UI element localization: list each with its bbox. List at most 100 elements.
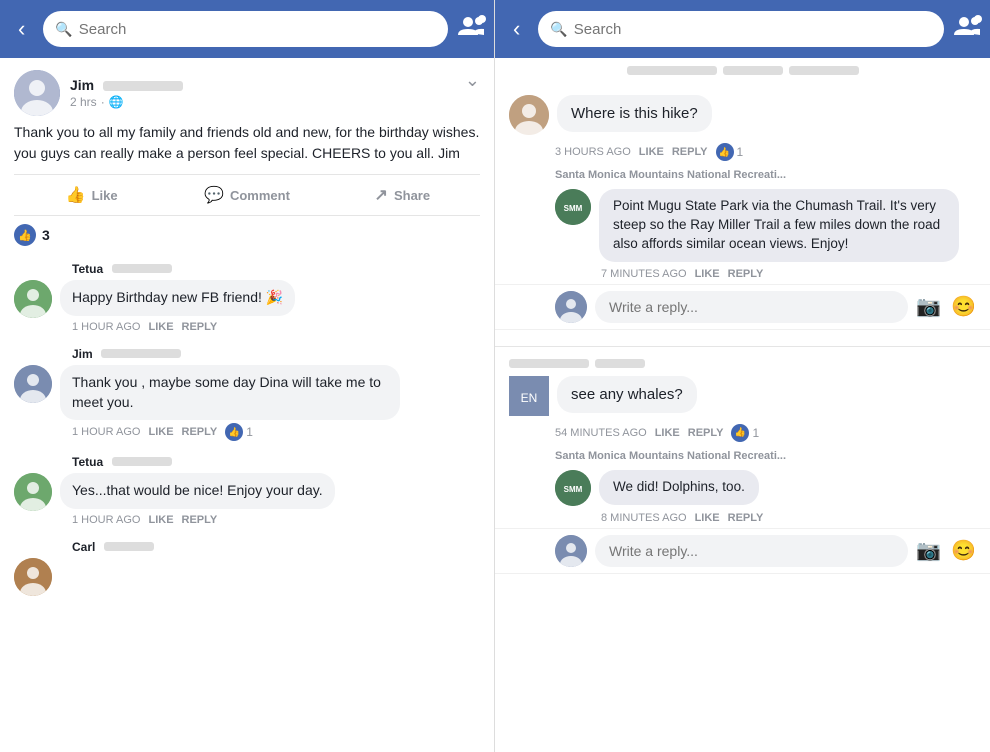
write-reply-icons-2: 📷 😊 bbox=[916, 538, 976, 563]
comment-actions: 1 HOUR AGO LIKE REPLY bbox=[14, 514, 480, 526]
thread-2-name-blur2 bbox=[595, 359, 645, 368]
thread-1-reply-actions: 7 MINUTES AGO LIKE REPLY bbox=[495, 268, 990, 280]
left-search-icon: 🔍 bbox=[55, 21, 72, 38]
reply-link[interactable]: REPLY bbox=[182, 321, 218, 333]
emoji-icon-2[interactable]: 😊 bbox=[951, 538, 976, 563]
svg-text:EN: EN bbox=[521, 391, 538, 405]
like-icon: 👍 bbox=[66, 185, 86, 205]
thread-2-reply-bubble: We did! Dolphins, too. bbox=[599, 470, 759, 505]
comment-block: Carl bbox=[0, 532, 494, 602]
comment-row: Yes...that would be nice! Enjoy your day… bbox=[14, 473, 480, 511]
post-author-blur bbox=[103, 81, 183, 91]
post-more-button[interactable]: ⌄ bbox=[465, 70, 480, 91]
right-back-button[interactable]: ‹ bbox=[505, 12, 528, 46]
comment-bubble: Thank you , maybe some day Dina will tak… bbox=[60, 365, 400, 420]
like-link[interactable]: LIKE bbox=[148, 514, 173, 526]
left-header: ‹ 🔍 bbox=[0, 0, 494, 58]
write-reply-row-1: 📷 😊 bbox=[495, 284, 990, 330]
comment-button[interactable]: 💬 Comment bbox=[169, 179, 324, 211]
comment-row: Happy Birthday new FB friend! 🎉 bbox=[14, 280, 480, 318]
like-link[interactable]: LIKE bbox=[148, 321, 173, 333]
right-search-input[interactable] bbox=[574, 21, 932, 38]
right-panel: ‹ 🔍 bbox=[495, 0, 990, 752]
write-reply-avatar-2 bbox=[555, 535, 587, 567]
right-header: ‹ 🔍 bbox=[495, 0, 990, 58]
write-reply-avatar bbox=[555, 291, 587, 323]
comment-bubble: Happy Birthday new FB friend! 🎉 bbox=[60, 280, 295, 316]
thread-2-asker-avatar: EN bbox=[509, 376, 549, 416]
thread-divider bbox=[495, 346, 990, 347]
camera-icon-2[interactable]: 📷 bbox=[916, 538, 941, 563]
left-search-bar[interactable]: 🔍 bbox=[43, 11, 448, 47]
left-friends-icon[interactable] bbox=[458, 15, 484, 43]
comment-icon: 💬 bbox=[204, 185, 224, 205]
post-author-info: Jim 2 hrs · 🌐 bbox=[70, 77, 183, 109]
comment-row bbox=[14, 558, 480, 596]
share-icon: ↗ bbox=[375, 185, 388, 205]
inline-like-badge: 👍 bbox=[225, 423, 243, 441]
right-friends-icon[interactable] bbox=[954, 15, 980, 43]
post-meta: 2 hrs · 🌐 bbox=[70, 95, 183, 109]
reply-link[interactable]: REPLY bbox=[182, 514, 218, 526]
comment-name-row: Jim bbox=[14, 345, 480, 363]
thread-2-like-badge: 👍 bbox=[731, 424, 749, 442]
post-card: Jim 2 hrs · 🌐 ⌄ Thank you to all my fami… bbox=[0, 58, 494, 216]
thread-2-reply-reply-link[interactable]: REPLY bbox=[728, 512, 764, 524]
reply-reply-link[interactable]: REPLY bbox=[728, 268, 764, 280]
thread-1-reply-bubble: Point Mugu State Park via the Chumash Tr… bbox=[599, 189, 959, 262]
write-reply-input-2[interactable] bbox=[595, 535, 908, 567]
comment-row: Thank you , maybe some day Dina will tak… bbox=[14, 365, 480, 420]
left-content: Jim 2 hrs · 🌐 ⌄ Thank you to all my fami… bbox=[0, 58, 494, 752]
page-name-blur-row bbox=[495, 58, 990, 79]
left-back-button[interactable]: ‹ bbox=[10, 12, 33, 46]
thread-2-like-link[interactable]: LIKE bbox=[655, 427, 680, 439]
comment-name-row: Tetua bbox=[14, 260, 480, 278]
thread-2-reply-link[interactable]: REPLY bbox=[688, 427, 724, 439]
svg-text:SMM: SMM bbox=[564, 485, 583, 494]
write-reply-row-2: 📷 😊 bbox=[495, 528, 990, 574]
thread-2-section: EN see any whales? 54 MINUTES AGO LIKE R… bbox=[495, 370, 990, 584]
right-content: Where is this hike? 3 HOURS AGO LIKE REP… bbox=[495, 58, 990, 752]
emoji-icon[interactable]: 😊 bbox=[951, 294, 976, 319]
thread-1-reply-row: SMM Point Mugu State Park via the Chumas… bbox=[495, 185, 990, 266]
commenter-avatar bbox=[14, 558, 52, 596]
thread-1-question-actions: 3 HOURS AGO LIKE REPLY 👍 1 bbox=[495, 143, 990, 161]
write-reply-input-1[interactable] bbox=[595, 291, 908, 323]
commenter-avatar bbox=[14, 280, 52, 318]
like-link[interactable]: LIKE bbox=[148, 426, 173, 438]
comment-actions: 1 HOUR AGO LIKE REPLY bbox=[14, 321, 480, 333]
comment-name-row: Carl bbox=[14, 538, 480, 556]
share-label: Share bbox=[394, 188, 430, 203]
post-author-avatar bbox=[14, 70, 60, 116]
thread-1-question-row: Where is this hike? bbox=[495, 89, 990, 141]
thread-2-reply-like-link[interactable]: LIKE bbox=[695, 512, 720, 524]
thread-2-name-blur1 bbox=[509, 359, 589, 368]
thread-1-reply-link[interactable]: REPLY bbox=[672, 146, 708, 158]
comment-name-blur bbox=[112, 457, 172, 466]
like-count: 3 bbox=[42, 227, 50, 243]
thread-1-question-bubble: Where is this hike? bbox=[557, 95, 712, 132]
comment-block: Tetua Happy Birthday new FB friend! 🎉 1 bbox=[0, 254, 494, 339]
page-title-blur1 bbox=[627, 66, 717, 75]
post-header: Jim 2 hrs · 🌐 ⌄ bbox=[14, 70, 480, 116]
camera-icon[interactable]: 📷 bbox=[916, 294, 941, 319]
like-button[interactable]: 👍 Like bbox=[14, 179, 169, 211]
reply-like-link[interactable]: LIKE bbox=[695, 268, 720, 280]
thread-1-like-link[interactable]: LIKE bbox=[639, 146, 664, 158]
thread-2-page-avatar: SMM bbox=[555, 470, 591, 506]
right-search-bar[interactable]: 🔍 bbox=[538, 11, 944, 47]
globe-icon: 🌐 bbox=[109, 95, 124, 109]
thread-2-question-bubble: see any whales? bbox=[557, 376, 697, 413]
write-reply-icons-1: 📷 😊 bbox=[916, 294, 976, 319]
thread-2-reply-row: SMM We did! Dolphins, too. bbox=[495, 466, 990, 510]
left-panel: ‹ 🔍 bbox=[0, 0, 495, 752]
left-search-input[interactable] bbox=[79, 21, 436, 38]
comment-name-blur bbox=[101, 349, 181, 358]
comment-block: Jim Thank you , maybe some day Dina will… bbox=[0, 339, 494, 447]
comment-bubble: Yes...that would be nice! Enjoy your day… bbox=[60, 473, 335, 509]
post-author-name: Jim bbox=[70, 77, 183, 95]
share-button[interactable]: ↗ Share bbox=[325, 179, 480, 211]
thread-2-question-actions: 54 MINUTES AGO LIKE REPLY 👍 1 bbox=[495, 424, 990, 442]
comment-label: Comment bbox=[230, 188, 290, 203]
reply-link[interactable]: REPLY bbox=[182, 426, 218, 438]
